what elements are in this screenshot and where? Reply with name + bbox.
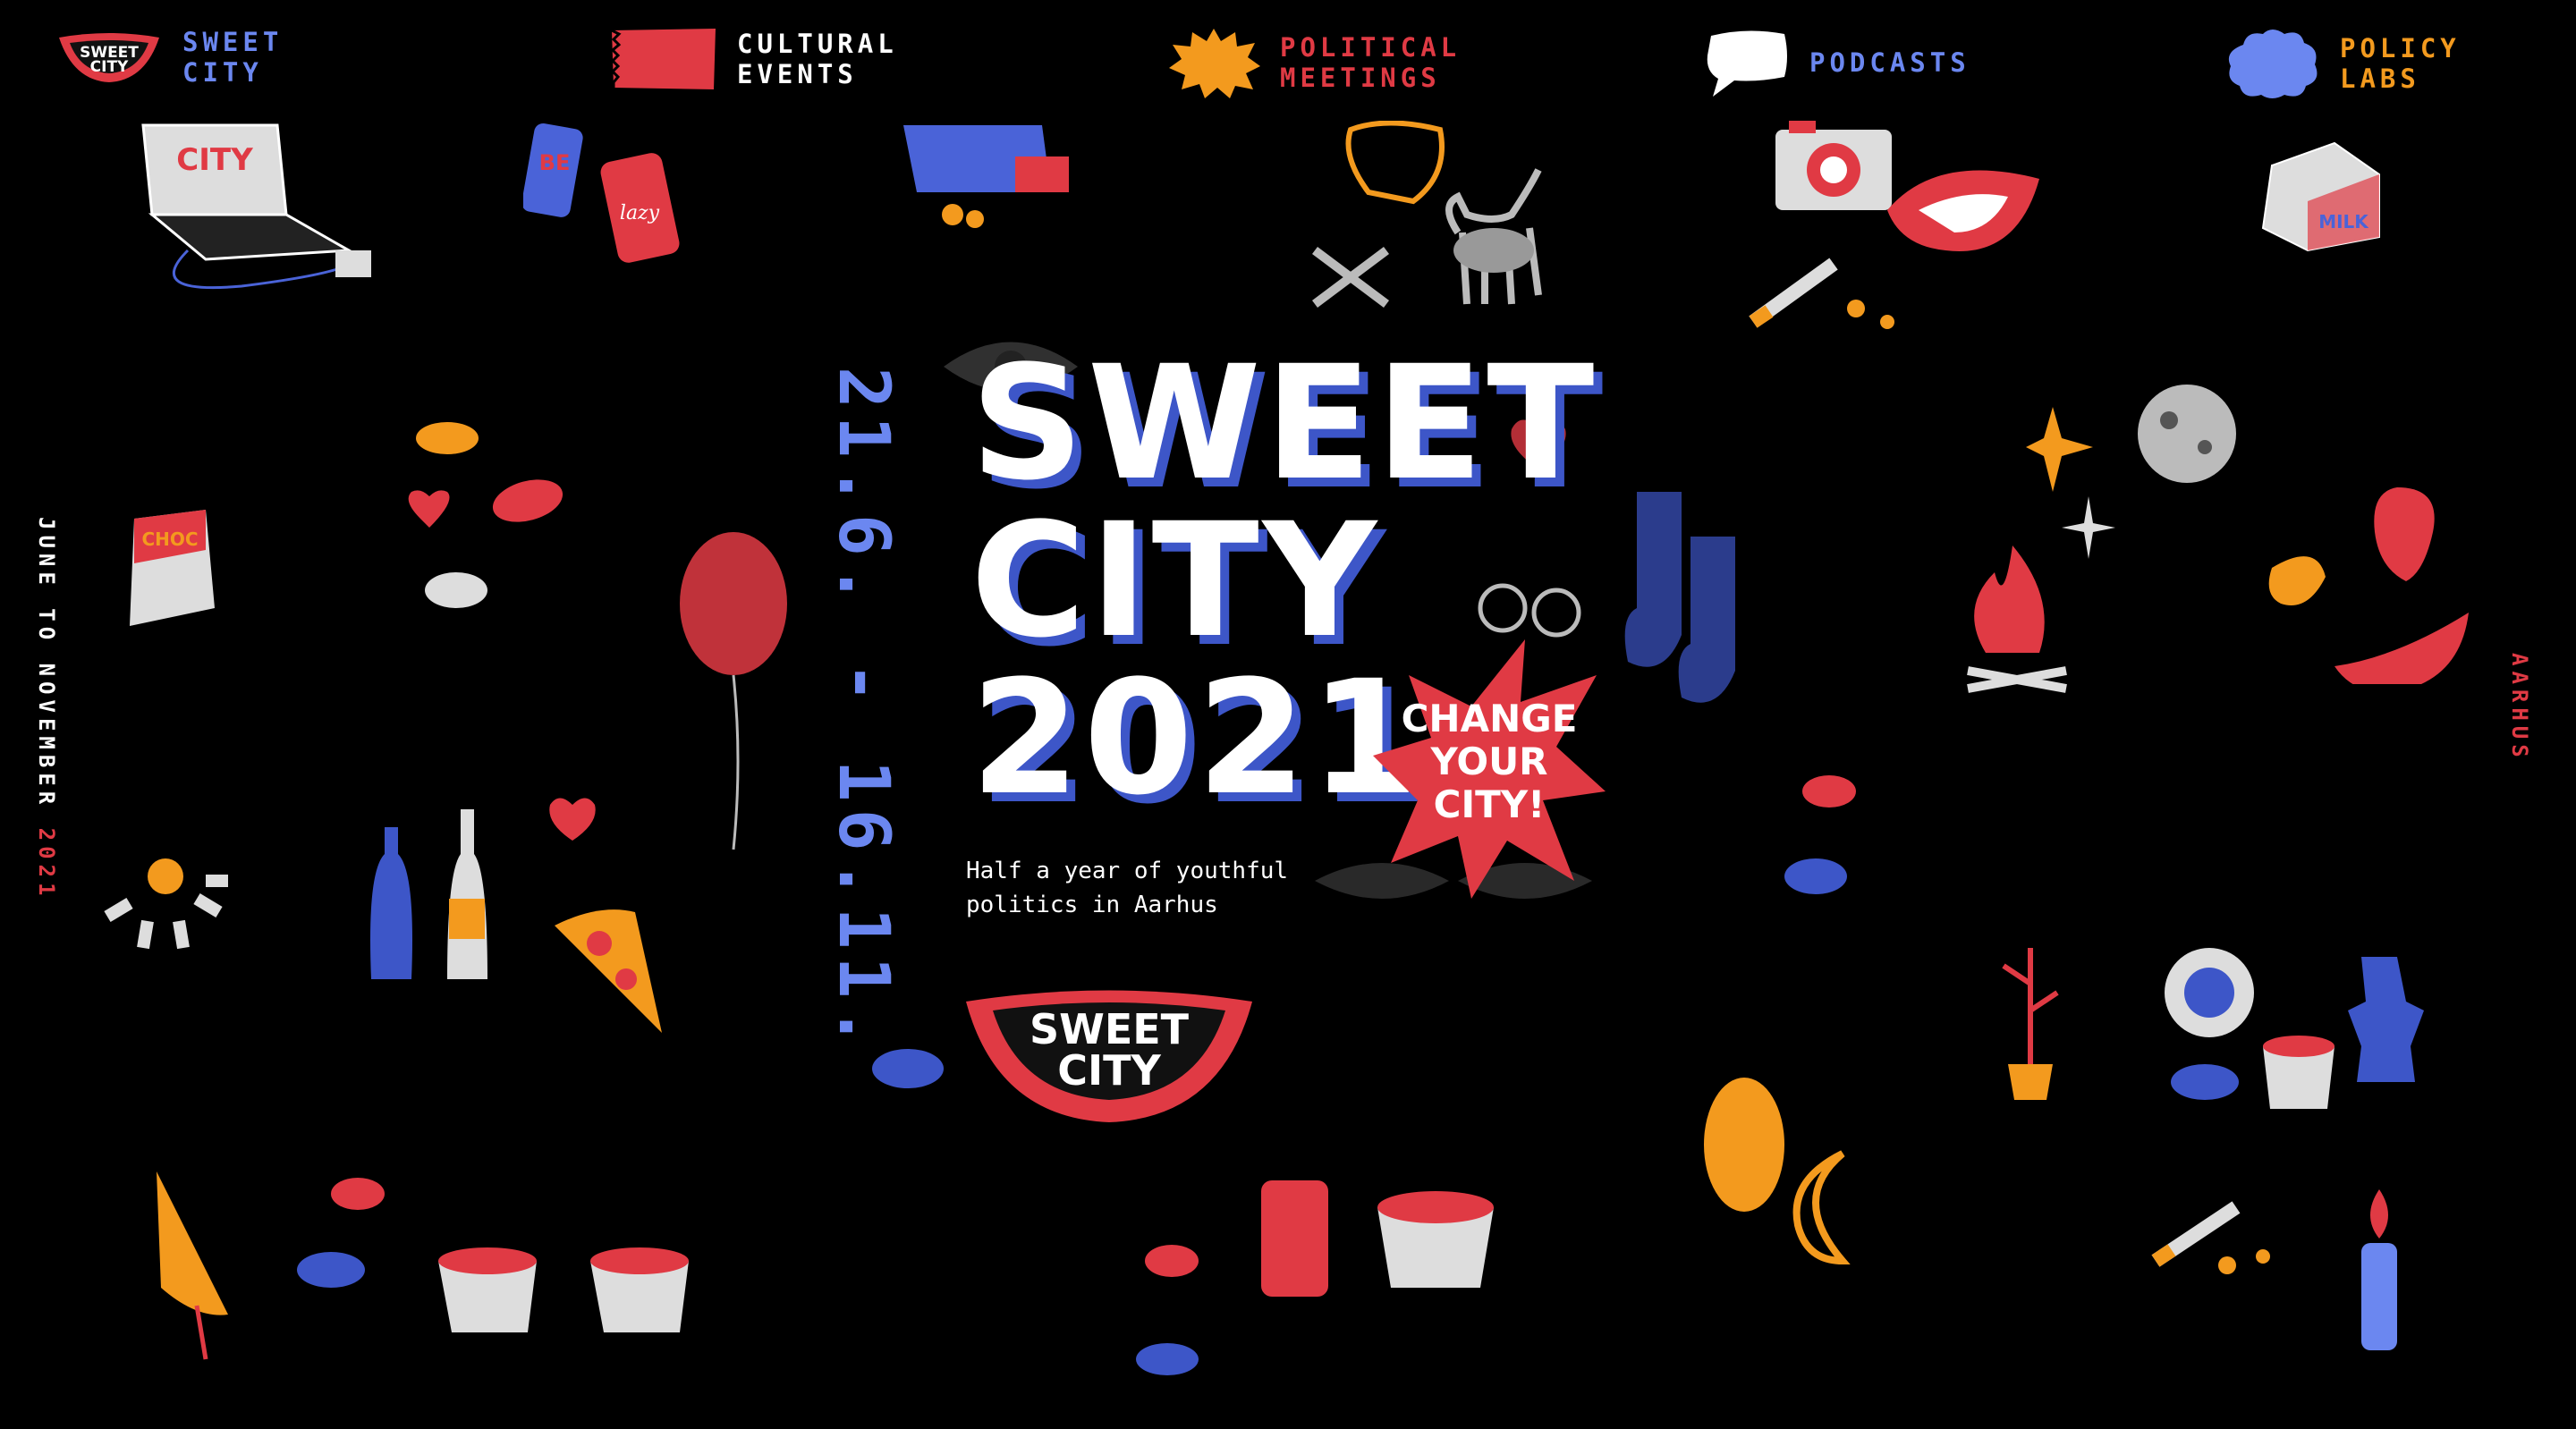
laptop-doodle-icon: CITY xyxy=(141,123,371,290)
side-date-year: 2021 xyxy=(34,827,59,901)
sweet-city-logo-text: SWEET CITY xyxy=(1029,1005,1190,1095)
balloon-doodle-icon xyxy=(680,532,787,850)
candies-right-doodle-icon xyxy=(1784,775,1856,894)
side-location: AARHUS xyxy=(2507,653,2532,763)
svg-text:CHOC: CHOC xyxy=(141,528,198,550)
cat-and-cross-doodle-icon xyxy=(1312,168,1542,308)
nav-political-meetings[interactable]: POLITICAL MEETINGS xyxy=(1167,27,1461,98)
candies-left-doodle-icon xyxy=(297,1178,385,1288)
plant-doodle-icon xyxy=(2002,948,2059,1100)
cigarette-doodle-icon xyxy=(1749,258,1894,329)
nav-cultural-events-label: CULTURAL EVENTS xyxy=(737,29,898,89)
coffee-cups-doodle-icon xyxy=(438,1247,689,1332)
nav-home[interactable]: SWEET CITY SWEET CITY xyxy=(55,27,283,88)
nav-policy-labs-label: POLICY LABS xyxy=(2340,33,2461,94)
pineapple-and-moon-doodle-icon xyxy=(1704,1078,1851,1265)
notebook-doodle-icon xyxy=(903,125,1069,228)
candies-doodle-icon xyxy=(408,422,564,608)
pizza-doodle-icon xyxy=(555,909,662,1033)
side-date-range: JUNE TO NOVEMBER 2021 xyxy=(34,517,59,901)
hero-dates: 21.6. - 16.11. xyxy=(823,367,903,1055)
fruits-doodle-icon xyxy=(2268,487,2469,684)
blue-cloud-icon xyxy=(2228,30,2318,98)
hero-title-line-1: SWEET xyxy=(970,332,1598,515)
nav-podcasts-label: PODCASTS xyxy=(1809,47,1970,78)
hero-subtitle: Half a year of youthful politics in Aarh… xyxy=(966,858,1289,918)
top-nav: SWEET CITY SWEET CITY CULTURAL EVENTS POLI… xyxy=(0,27,2576,125)
speech-bubble-icon xyxy=(1707,30,1787,97)
cigarette-and-lighter-doodle-icon xyxy=(2151,1189,2397,1350)
svg-text:CITY: CITY xyxy=(90,58,129,76)
campfire-doodle-icon xyxy=(1967,545,2067,693)
small-heart-doodle-icon xyxy=(549,798,596,841)
can-and-cup-doodle-icon xyxy=(1136,1180,1494,1375)
svg-text:MILK: MILK xyxy=(2318,211,2369,233)
red-ticket-icon xyxy=(610,29,716,89)
umbrella-doodle-icon xyxy=(157,1171,228,1360)
bottles-doodle-icon xyxy=(370,809,487,979)
sweet-city-logo-icon: SWEET CITY xyxy=(59,33,159,82)
nav-cultural-events[interactable]: CULTURAL EVENTS xyxy=(610,27,898,91)
svg-text:BE: BE xyxy=(539,150,571,175)
moka-pot-and-cups-doodle-icon xyxy=(2165,948,2424,1109)
lips-doodle-icon xyxy=(1887,170,2039,251)
orange-burst-icon xyxy=(1169,29,1260,98)
lamp-doodle-icon xyxy=(104,858,228,950)
beer-cans-doodle-icon: BE lazy xyxy=(523,123,680,263)
nav-podcasts[interactable]: PODCASTS xyxy=(1704,27,1970,98)
nav-political-meetings-label: POLITICAL MEETINGS xyxy=(1280,32,1462,93)
hero-title-line-2: CITY xyxy=(970,489,1381,672)
camera-doodle-icon xyxy=(1775,121,1892,210)
svg-text:lazy: lazy xyxy=(620,202,660,224)
milk-carton-doodle-icon: MILK xyxy=(2261,141,2380,252)
chocolate-doodle-icon: CHOC xyxy=(130,510,215,626)
svg-text:CITY: CITY xyxy=(176,142,253,178)
nav-home-label: SWEET CITY xyxy=(182,27,284,88)
nav-policy-labs[interactable]: POLICY LABS xyxy=(2225,27,2461,100)
change-your-city-badge[interactable]: CHANGE YOUR CITY! xyxy=(1377,698,1601,826)
